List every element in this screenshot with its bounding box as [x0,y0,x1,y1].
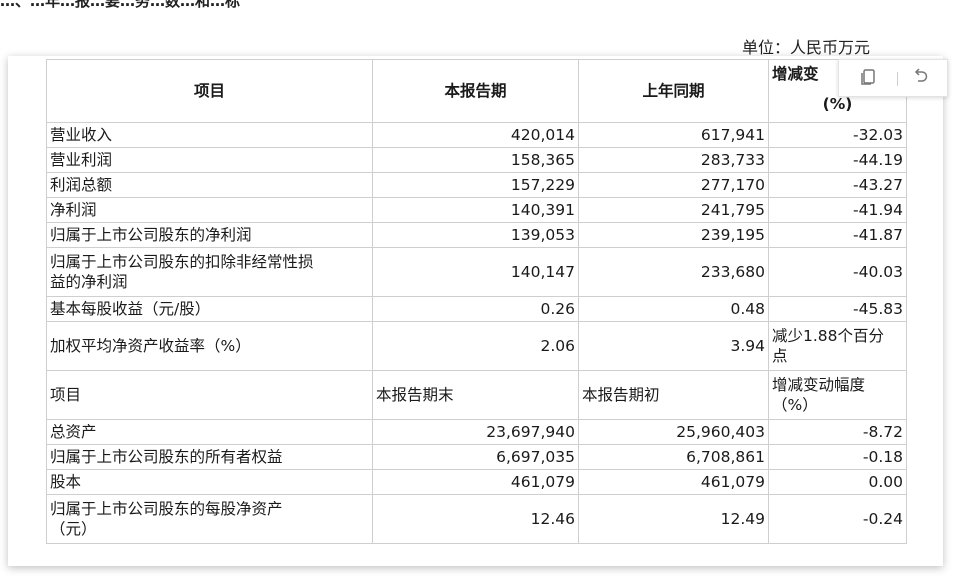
cell-current: 158,365 [372,147,579,173]
cell-prior: 12.49 [578,494,769,544]
cell-prior: 3.94 [578,321,769,371]
cell-prior: 6,708,861 [578,444,769,470]
table-row: 营业利润 158,365 283,733 -44.19 [46,147,907,173]
cell-change: -8.72 [768,419,907,445]
row-label-line2: （元） [50,520,97,538]
cell-prior: 283,733 [578,147,769,173]
row-label-line1: 归属于上市公司股东的每股净资产 [50,500,283,518]
row-label: 基本每股收益（元/股） [46,296,373,322]
cell-current: 157,229 [372,172,579,198]
cell-current: 2.06 [372,321,579,371]
row-label: 营业收入 [46,122,373,148]
financial-table: 项目 本报告期 上年同期 增减变 (%) 营业收入 420,014 617,94… [46,59,907,544]
cell-change: -0.18 [768,444,907,470]
cell-prior: 239,195 [578,222,769,248]
cell-change: 减少1.88个百分 点 [768,321,907,371]
cell-current: 23,697,940 [372,419,579,445]
subheader-change-line2: （%） [772,396,818,414]
header-prior-period: 上年同期 [578,59,769,123]
page-heading-clipped: …、…年…报…要…务…数…和…标 [0,0,241,10]
cell-current: 461,079 [372,469,579,495]
copy-icon[interactable] [859,67,879,87]
cell-change: -44.19 [768,147,907,173]
cell-prior: 241,795 [578,197,769,223]
subheader-item: 项目 [46,370,373,420]
row-label-line1: 归属于上市公司股东的扣除非经常性损 [50,253,314,271]
cell-current: 0.26 [372,296,579,322]
row-label: 营业利润 [46,147,373,173]
subheader-change: 增减变动幅度 （%） [768,370,907,420]
undo-icon[interactable] [911,67,931,87]
cell-current: 139,053 [372,222,579,248]
row-label: 归属于上市公司股东的扣除非经常性损 益的净利润 [46,247,373,297]
cell-change: -41.94 [768,197,907,223]
cell-prior: 233,680 [578,247,769,297]
row-label: 归属于上市公司股东的每股净资产 （元） [46,494,373,544]
cell-change-line2: 点 [772,347,788,365]
floating-toolbar [838,59,948,97]
table-row: 归属于上市公司股东的净利润 139,053 239,195 -41.87 [46,222,907,248]
table-row: 归属于上市公司股东的每股净资产 （元） 12.46 12.49 -0.24 [46,494,907,544]
cell-prior: 617,941 [578,122,769,148]
row-label: 归属于上市公司股东的净利润 [46,222,373,248]
table-row: 基本每股收益（元/股） 0.26 0.48 -45.83 [46,296,907,322]
table-card: 项目 本报告期 上年同期 增减变 (%) 营业收入 420,014 617,94… [8,56,948,566]
header-current-period: 本报告期 [372,59,579,123]
row-label: 归属于上市公司股东的所有者权益 [46,444,373,470]
cell-prior: 0.48 [578,296,769,322]
cell-change: 0.00 [768,469,907,495]
cell-prior: 461,079 [578,469,769,495]
table-header-row: 项目 本报告期 上年同期 增减变 (%) [46,59,907,123]
cell-change-line1: 减少1.88个百分 [772,327,885,345]
unit-label: 单位：人民币万元 [741,38,870,57]
table-subheader-row: 项目 本报告期末 本报告期初 增减变动幅度 （%） [46,370,907,420]
subheader-change-line1: 增减变动幅度 [772,376,866,394]
cell-current: 6,697,035 [372,444,579,470]
table-row: 营业收入 420,014 617,941 -32.03 [46,122,907,148]
cell-current: 12.46 [372,494,579,544]
row-label: 总资产 [46,419,373,445]
cell-change: -41.87 [768,222,907,248]
toolbar-divider [897,72,898,86]
cell-change: -0.24 [768,494,907,544]
subheader-period-start: 本报告期初 [578,370,769,420]
table-row: 股本 461,079 461,079 0.00 [46,469,907,495]
row-label: 利润总额 [46,172,373,198]
row-label: 净利润 [46,197,373,223]
row-label: 加权平均净资产收益率（%） [46,321,373,371]
table-row: 利润总额 157,229 277,170 -43.27 [46,172,907,198]
cell-current: 140,147 [372,247,579,297]
cell-change: -45.83 [768,296,907,322]
row-label-line2: 益的净利润 [50,273,128,291]
cell-current: 140,391 [372,197,579,223]
table-row: 净利润 140,391 241,795 -41.94 [46,197,907,223]
cell-prior: 277,170 [578,172,769,198]
cell-change: -32.03 [768,122,907,148]
cell-current: 420,014 [372,122,579,148]
table-row: 总资产 23,697,940 25,960,403 -8.72 [46,419,907,445]
cell-prior: 25,960,403 [578,419,769,445]
cell-change: -40.03 [768,247,907,297]
row-label: 股本 [46,469,373,495]
table-row: 加权平均净资产收益率（%） 2.06 3.94 减少1.88个百分 点 [46,321,907,371]
subheader-period-end: 本报告期末 [372,370,579,420]
header-change-line2: (%) [822,95,853,113]
header-item: 项目 [46,59,373,123]
cell-change: -43.27 [768,172,907,198]
table-row: 归属于上市公司股东的扣除非经常性损 益的净利润 140,147 233,680 … [46,247,907,297]
table-row: 归属于上市公司股东的所有者权益 6,697,035 6,708,861 -0.1… [46,444,907,470]
